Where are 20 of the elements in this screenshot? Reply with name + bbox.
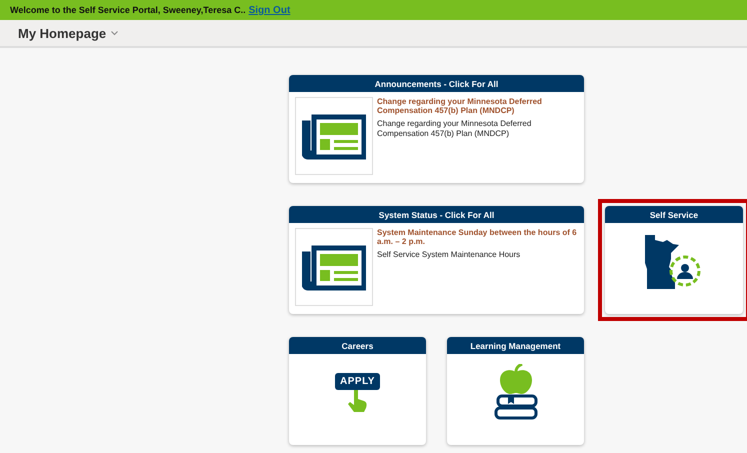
tile[interactable]: Announcements - Click For All Change regarding your Minnesota Deferred Compensation 457(b) Plan (MNDCP) Change regarding your Minnesota Deferred Compensation 457(b) Plan (MNDCP) <box>289 75 584 183</box>
tile[interactable]: Self Service <box>605 206 743 314</box>
page-title[interactable]: My Homepage <box>18 26 106 40</box>
tile-title: Announcements - Click For All <box>289 75 584 92</box>
pointing-hand-icon <box>346 390 368 412</box>
tile[interactable]: Learning Management <box>447 337 584 445</box>
chevron-down-icon[interactable] <box>111 30 118 36</box>
tile[interactable]: Careers APPLY <box>289 337 426 445</box>
news-headline[interactable]: System Maintenance Sunday between the hours of 6 a.m. – 2 p.m. <box>377 228 578 246</box>
welcome-text: Welcome to the Self Service Portal, Sweeney,Teresa C.. <box>10 5 246 15</box>
tile-title: System Status - Click For All <box>289 206 584 223</box>
tile-title: Careers <box>289 337 426 354</box>
apple-books-icon <box>494 364 538 422</box>
tile-title: Learning Management <box>447 337 584 354</box>
apply-key: APPLY <box>335 373 380 390</box>
news-summary: Change regarding your Minnesota Deferred Compensation 457(b) Plan (MNDCP) <box>377 119 532 138</box>
news-headline[interactable]: Change regarding your Minnesota Deferred Compensation 457(b) Plan (MNDCP) <box>377 97 578 116</box>
news-summary: Self Service System Maintenance Hours <box>377 250 522 260</box>
tile-title: Self Service <box>605 206 743 223</box>
tile[interactable]: System Status - Click For All System Maintenance Sunday between the hours of 6 a.m. – 2 p.m. Self Service System Maintenance Hours <box>289 206 584 314</box>
